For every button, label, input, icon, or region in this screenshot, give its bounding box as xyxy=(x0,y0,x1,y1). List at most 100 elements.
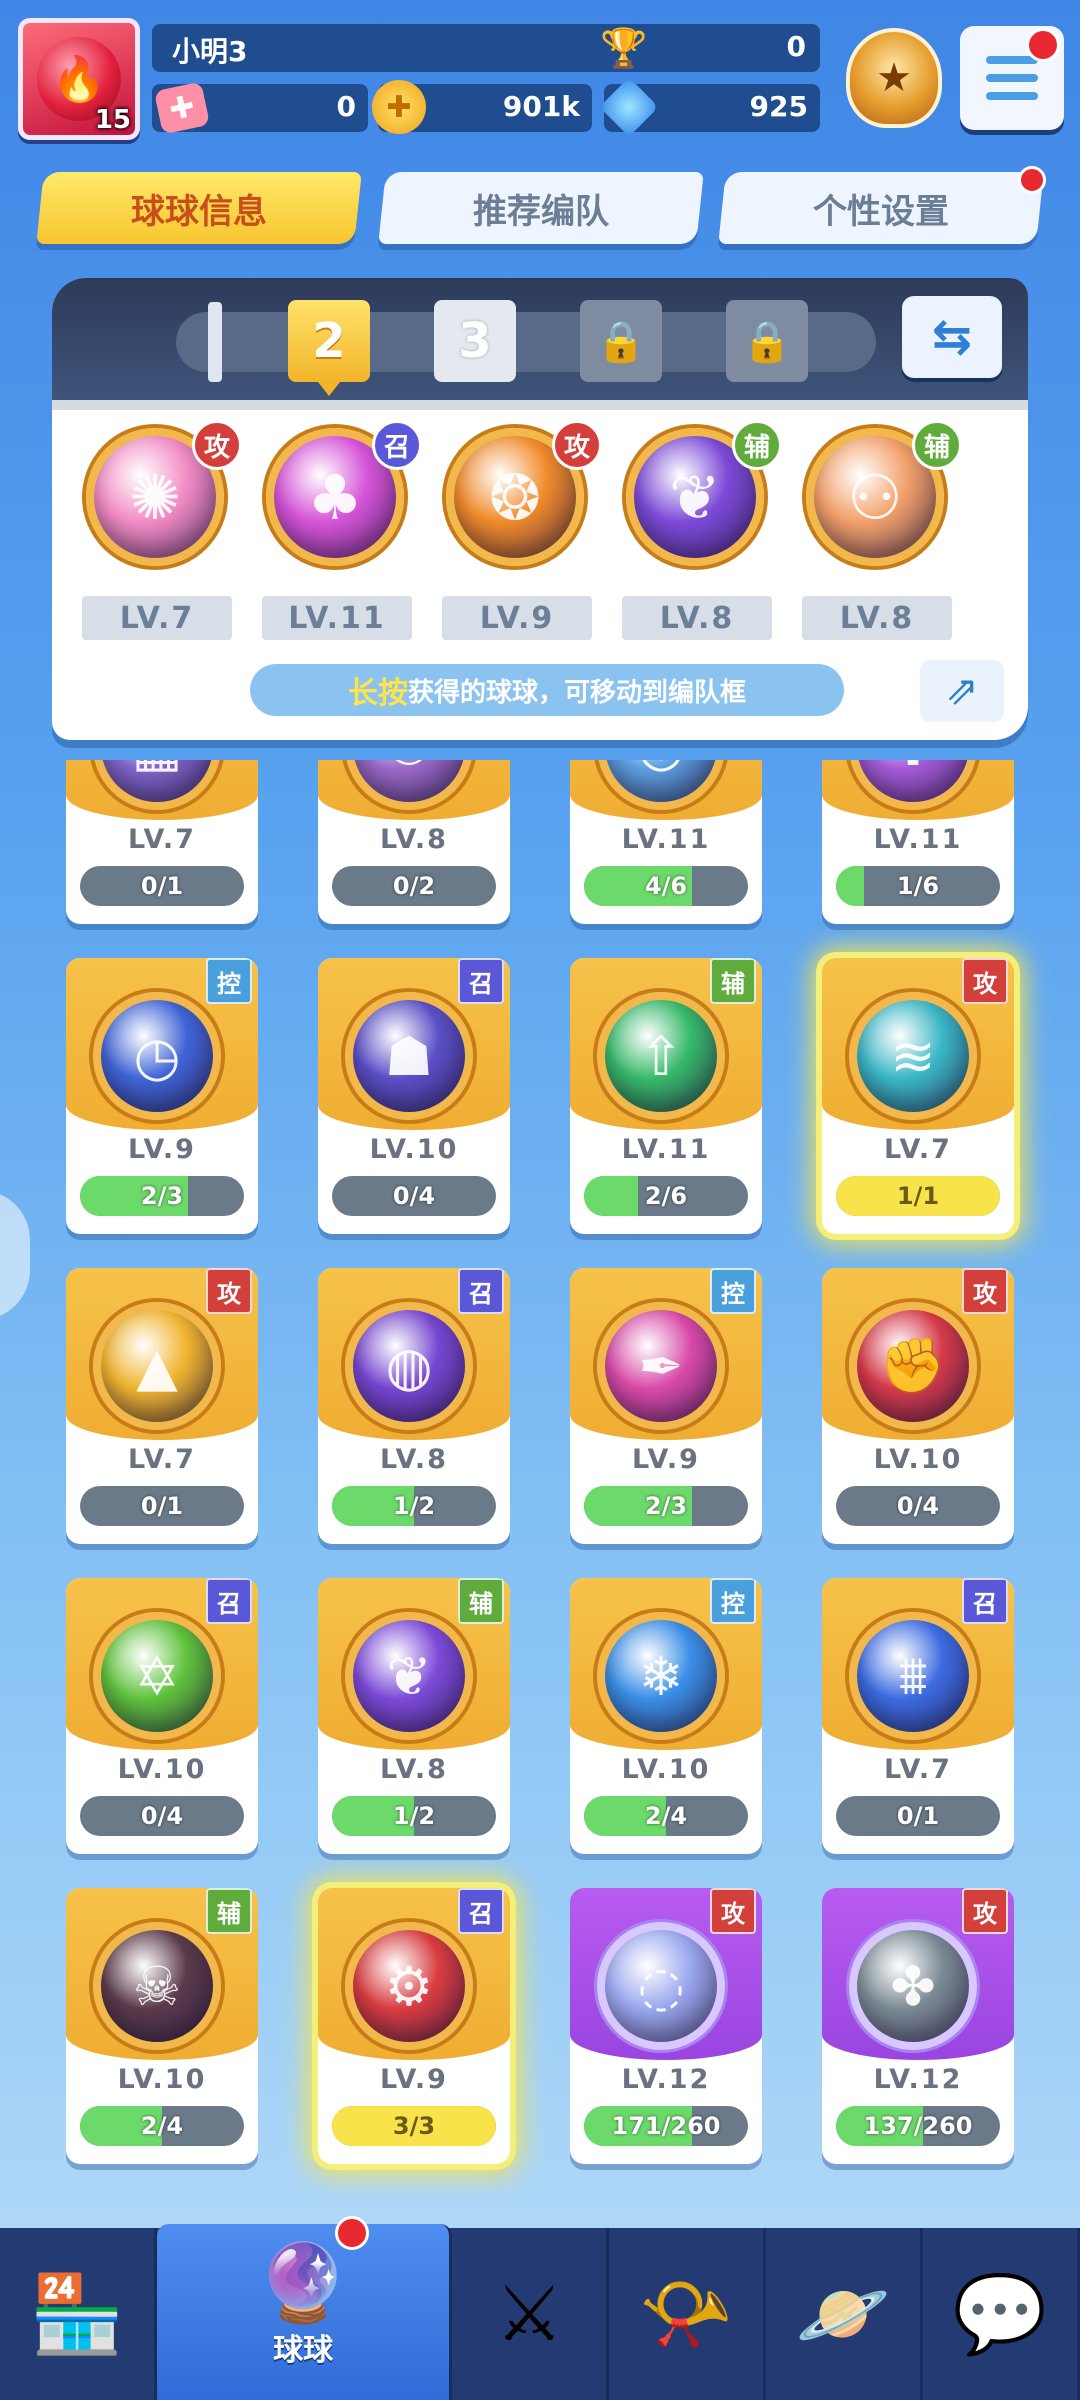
ball-level: LV.9 xyxy=(128,1134,196,1165)
upgrade-progress-bar: 137/260 xyxy=(836,2106,1000,2146)
deck-slot-3[interactable]: 3 xyxy=(434,300,516,382)
ball-card[interactable]: ◷ 控 LV.9 2/3 xyxy=(66,958,258,1234)
tab-label: 个性设置 xyxy=(813,191,949,232)
upgrade-progress-bar: 2/4 xyxy=(584,1796,748,1836)
upgrade-progress-bar: 0/4 xyxy=(836,1486,1000,1526)
nav-ball[interactable]: 🔮 球球 xyxy=(156,2216,453,2400)
progress-text: 0/4 xyxy=(140,1802,184,1830)
ball-card[interactable]: ⇧ 辅 LV.11 2/6 xyxy=(570,958,762,1234)
ball-card[interactable]: ✒ 控 LV.9 2/3 xyxy=(570,1268,762,1544)
progress-text: 2/6 xyxy=(644,1182,688,1210)
ball-collection-grid: ▦LV.70/1⚇LV.80/2◎LV.114/6✚LV.111/6◷控LV.9… xyxy=(0,760,1080,2230)
ball-card[interactable]: ☗ 召 LV.10 0/4 xyxy=(318,958,510,1234)
whistle-icon: 📯 xyxy=(638,2269,734,2358)
nav-whistle[interactable]: 📯 xyxy=(609,2228,767,2400)
nav-planet[interactable]: 🪐 xyxy=(766,2228,924,2400)
deck-slot-locked[interactable]: 🔒 xyxy=(580,300,662,382)
progress-text: 0/4 xyxy=(392,1182,436,1210)
deck-slot-1-marker[interactable] xyxy=(208,302,222,382)
hint-highlight: 长按 xyxy=(347,676,408,711)
deck-slot-locked[interactable]: 🔒 xyxy=(726,300,808,382)
player-avatar[interactable]: 🔥 15 xyxy=(18,18,140,140)
battle-swords-icon: ⚔ xyxy=(495,2269,564,2358)
ball-card[interactable]: ◎LV.114/6 xyxy=(570,760,762,924)
deck-slot-2[interactable]: 2 xyxy=(288,300,370,396)
vortex-icon: ✤ xyxy=(849,1922,977,2050)
tab-ball-info[interactable]: 球球信息 xyxy=(36,172,362,244)
ball-card[interactable]: ⚙ 召 LV.9 3/3 xyxy=(318,1888,510,2164)
diamond-resource[interactable]: 925 xyxy=(599,77,820,137)
ball-icon: 🔮 xyxy=(255,2238,351,2327)
ball-type-tag: 攻 xyxy=(962,1268,1008,1314)
shop-icon: 🏪 xyxy=(29,2269,125,2358)
ball-card[interactable]: ✚LV.111/6 xyxy=(822,760,1014,924)
progress-text: 2/4 xyxy=(644,1802,688,1830)
ball-type-tag: 攻 xyxy=(206,1268,252,1314)
upgrade-progress-bar: 2/3 xyxy=(80,1176,244,1216)
ball-card[interactable]: ≋ 攻 LV.7 1/1 xyxy=(822,958,1014,1234)
trophy-count: 0 xyxy=(786,30,806,63)
ball-level: LV.7 xyxy=(128,824,196,855)
share-button[interactable]: ⇗ xyxy=(920,660,1004,722)
ball-card[interactable]: ❦ 辅 LV.8 1/2 xyxy=(318,1578,510,1854)
ball-card[interactable]: ▲ 攻 LV.7 0/1 xyxy=(66,1268,258,1544)
ticket-icon: ✚ xyxy=(153,81,211,135)
ball-level: LV.7 xyxy=(884,1754,952,1785)
ball-type-tag: 控 xyxy=(206,958,252,1004)
ball-card[interactable]: ⩩ 召 LV.7 0/1 xyxy=(822,1578,1014,1854)
upgrade-progress-bar: 1/6 xyxy=(836,866,1000,906)
icicles-icon: ⩩ xyxy=(849,1612,977,1740)
ball-card[interactable]: ◌ 攻 LV.12 171/260 xyxy=(570,1888,762,2164)
ball-card[interactable]: ❄ 控 LV.10 2/4 xyxy=(570,1578,762,1854)
triangle-icon: ▲ xyxy=(93,1302,221,1430)
ball-card[interactable]: ✊ 攻 LV.10 0/4 xyxy=(822,1268,1014,1544)
ticket-resource[interactable]: ✚ 0 xyxy=(152,81,368,135)
ball-card[interactable]: ✤ 攻 LV.12 137/260 xyxy=(822,1888,1014,2164)
tab-personal-settings[interactable]: 个性设置 xyxy=(718,172,1044,244)
deck-ball[interactable]: ⚇ 辅 xyxy=(800,420,962,566)
progress-text: 0/2 xyxy=(392,872,436,900)
ball-level: LV.10 xyxy=(117,1754,207,1785)
progress-text: 0/1 xyxy=(140,872,184,900)
ball-level: LV.11 xyxy=(873,824,963,855)
deck-ball[interactable]: ❦ 辅 xyxy=(620,420,782,566)
gold-resource[interactable]: ✚ 901k xyxy=(372,80,592,134)
arrow-up-icon: ⇧ xyxy=(597,992,725,1120)
ball-card[interactable]: ⚇LV.80/2 xyxy=(318,760,510,924)
snowflake-icon: ❄ xyxy=(597,1612,725,1740)
player-name: 小明3 xyxy=(172,35,248,68)
dagger-icon: ✒ xyxy=(597,1302,725,1430)
nav-battle-swords[interactable]: ⚔ xyxy=(452,2228,610,2400)
tab-recommended-team[interactable]: 推荐编队 xyxy=(378,172,704,244)
planet-icon: 🪐 xyxy=(795,2269,891,2358)
ball-card[interactable]: ✡ 召 LV.10 0/4 xyxy=(66,1578,258,1854)
ball-level: LV.10 xyxy=(369,1134,459,1165)
ball-level: LV.12 xyxy=(873,2064,963,2095)
ball-card[interactable]: ▦LV.70/1 xyxy=(66,760,258,924)
rank-badge-icon[interactable]: ★ xyxy=(846,28,942,128)
deck-ball-level: LV.7 xyxy=(82,596,232,640)
deck-ball[interactable]: ❂ 攻 xyxy=(440,420,602,566)
upgrade-progress-bar: 0/4 xyxy=(332,1176,496,1216)
tab-label: 球球信息 xyxy=(131,191,267,232)
gold-count: 901k xyxy=(502,90,580,123)
ball-card[interactable]: ◍ 召 LV.8 1/2 xyxy=(318,1268,510,1544)
fist-icon: ✊ xyxy=(849,1302,977,1430)
hint-text: 获得的球球，可移动到编队框 xyxy=(407,677,746,708)
nav-chat-heart[interactable]: 💬 xyxy=(923,2228,1080,2400)
deck-ball[interactable]: ♣ 召 xyxy=(260,420,422,566)
ball-level: LV.9 xyxy=(380,2064,448,2095)
ball-type-tag: 攻 xyxy=(192,420,242,470)
progress-text: 0/4 xyxy=(896,1492,940,1520)
progress-text: 4/6 xyxy=(644,872,688,900)
ball-type-tag: 攻 xyxy=(552,420,602,470)
lock-icon: 🔒 xyxy=(742,318,792,365)
ball-card[interactable]: ☠ 辅 LV.10 2/4 xyxy=(66,1888,258,2164)
ball-level: LV.8 xyxy=(380,824,448,855)
nav-shop[interactable]: 🏪 xyxy=(0,2228,157,2400)
ball-level: LV.9 xyxy=(632,1444,700,1475)
nav-label: 球球 xyxy=(273,2333,334,2368)
clock-icon: ◷ xyxy=(93,992,221,1120)
deck-ball[interactable]: ✺ 攻 xyxy=(80,420,242,566)
swap-team-button[interactable]: ⇆ xyxy=(902,296,1002,378)
